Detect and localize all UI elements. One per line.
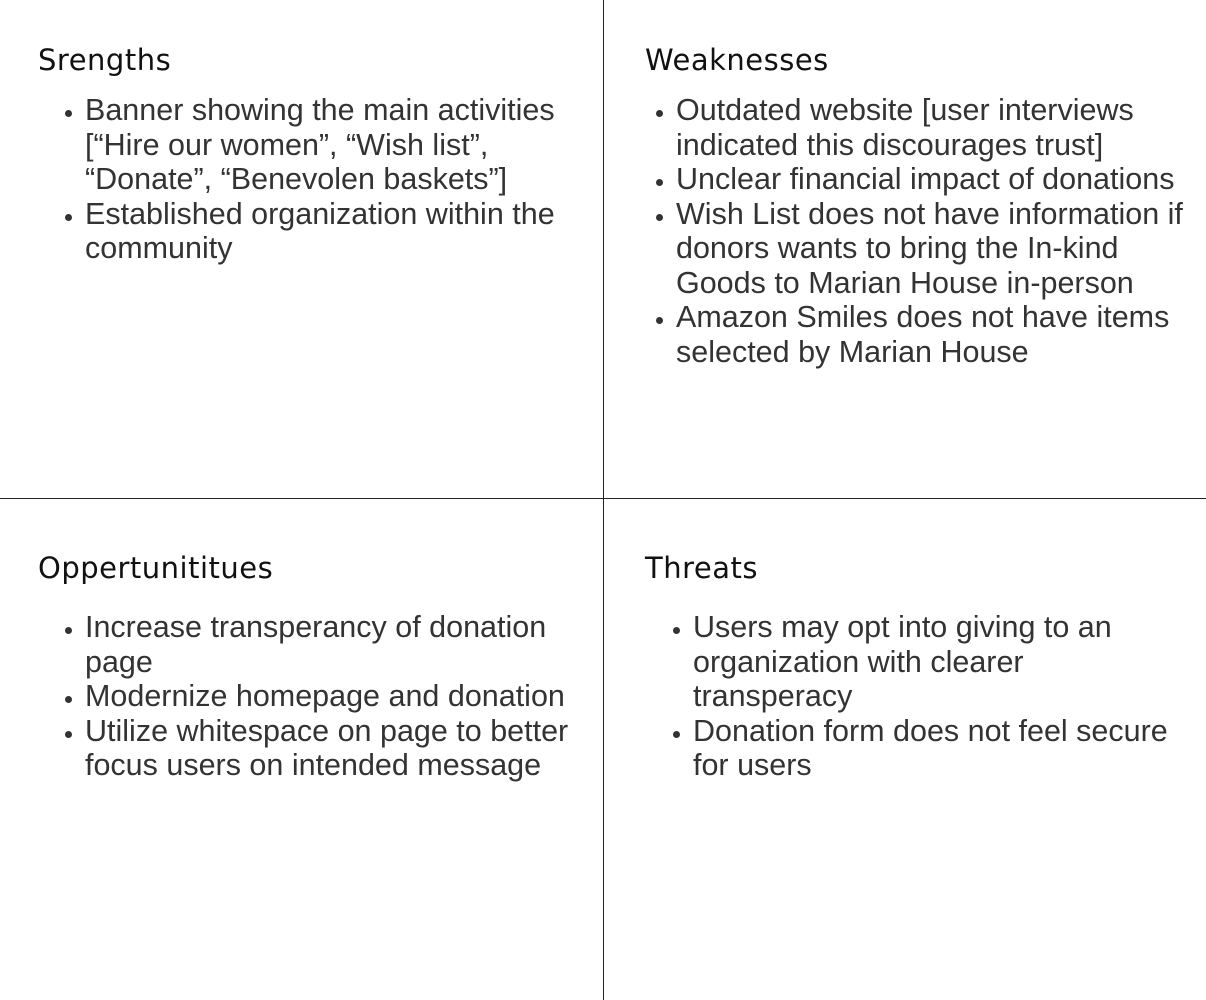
weaknesses-heading: Weaknesses [645,43,829,77]
strengths-heading: Srengths [38,43,172,77]
weaknesses-item: Outdated website [user interviews indica… [676,93,1190,162]
threats-item: Users may opt into giving to an organiza… [693,610,1190,714]
vertical-divider [603,0,604,1000]
strengths-list: Banner showing the main activities [“Hir… [38,93,578,266]
opportunities-item: Utilize whitespace on page to better foc… [85,714,578,783]
threats-heading: Threats [645,551,758,585]
opportunities-item: Modernize homepage and donation [85,679,578,714]
strengths-item: Banner showing the main activities [“Hir… [85,93,578,197]
strengths-quadrant: Srengths Banner showing the main activit… [38,40,578,266]
weaknesses-item: Unclear financial impact of donations [676,162,1190,197]
opportunities-heading: Oppertunititues [38,551,274,585]
opportunities-item: Increase transperancy of donation page [85,610,578,679]
threats-item: Donation form does not feel secure for u… [693,714,1190,783]
strengths-item: Established organization within the comm… [85,197,578,266]
opportunities-list: Increase transperancy of donation page M… [38,610,578,783]
threats-quadrant: Threats Users may opt into giving to an … [645,548,1190,783]
threats-list: Users may opt into giving to an organiza… [645,610,1190,783]
weaknesses-quadrant: Weaknesses Outdated website [user interv… [645,40,1190,369]
opportunities-quadrant: Oppertunititues Increase transperancy of… [38,548,578,783]
weaknesses-item: Wish List does not have information if d… [676,197,1190,301]
weaknesses-item: Amazon Smiles does not have items select… [676,300,1190,369]
horizontal-divider [0,498,1206,499]
weaknesses-list: Outdated website [user interviews indica… [645,93,1190,369]
